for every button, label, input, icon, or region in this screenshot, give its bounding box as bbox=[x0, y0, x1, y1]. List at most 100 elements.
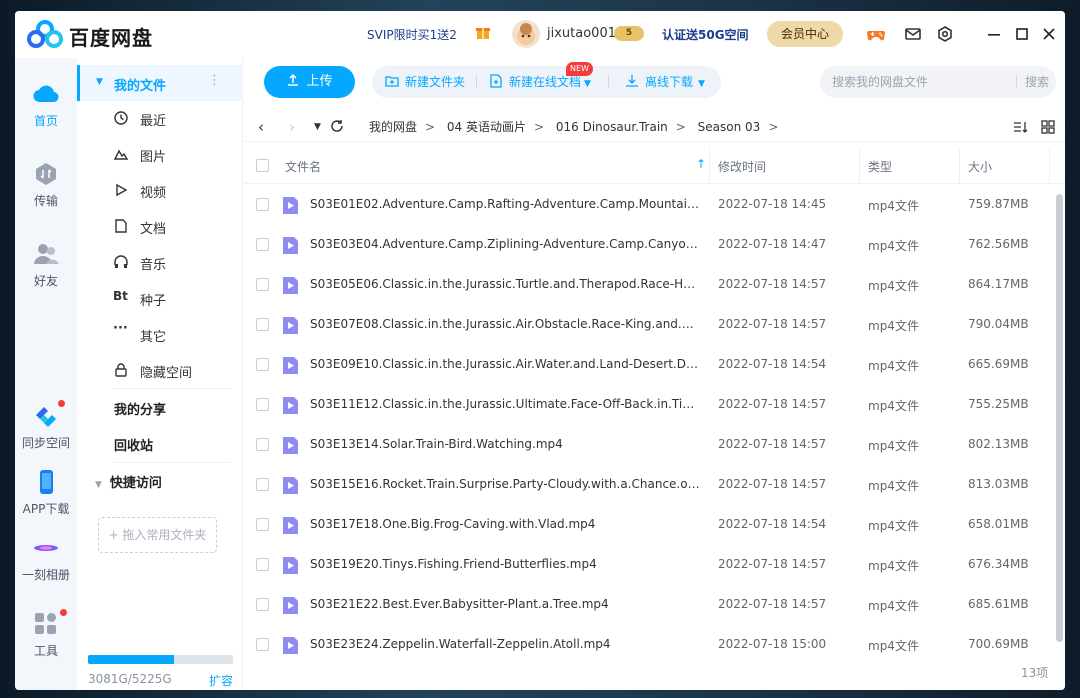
maximize-icon[interactable] bbox=[1012, 24, 1032, 44]
select-all-checkbox[interactable] bbox=[256, 159, 269, 172]
username[interactable]: jixutao001 bbox=[547, 26, 616, 41]
nav-tools[interactable]: 工具 bbox=[15, 610, 77, 659]
table-row[interactable]: S03E11E12.Classic.in.the.Jurassic.Ultima… bbox=[244, 385, 1065, 425]
row-checkbox[interactable] bbox=[256, 638, 269, 651]
row-checkbox[interactable] bbox=[256, 478, 269, 491]
sidebar-my-files[interactable]: ▼ 我的文件 ⋮ bbox=[77, 65, 243, 101]
nav-friends[interactable]: 好友 bbox=[15, 240, 77, 289]
close-icon[interactable] bbox=[1039, 24, 1059, 44]
nav-home-label: 首页 bbox=[33, 114, 58, 128]
video-file-icon bbox=[283, 477, 298, 494]
member-center-button[interactable]: 会员中心 bbox=[767, 21, 843, 47]
refresh-icon[interactable] bbox=[330, 119, 344, 133]
table-row[interactable]: S03E15E16.Rocket.Train.Surprise.Party-Cl… bbox=[244, 465, 1065, 505]
new-folder-button[interactable]: 新建文件夹 bbox=[385, 66, 465, 98]
row-checkbox[interactable] bbox=[256, 558, 269, 571]
row-checkbox[interactable] bbox=[256, 518, 269, 531]
file-name[interactable]: S03E11E12.Classic.in.the.Jurassic.Ultima… bbox=[310, 397, 700, 411]
nav-app-download[interactable]: APP下载 bbox=[15, 468, 77, 517]
gift-icon[interactable] bbox=[475, 24, 491, 40]
breadcrumb-item[interactable]: 016 Dinosaur.Train bbox=[556, 120, 668, 134]
table-row[interactable]: S03E01E02.Adventure.Camp.Rafting-Adventu… bbox=[244, 185, 1065, 225]
svip-promo-link[interactable]: SVIP限时买1送2 bbox=[367, 26, 457, 43]
nav-transfer[interactable]: 传输 bbox=[15, 160, 77, 209]
file-name[interactable]: S03E09E10.Classic.in.the.Jurassic.Air.Wa… bbox=[310, 357, 700, 371]
breadcrumb-item[interactable]: 我的网盘 bbox=[369, 120, 417, 134]
settings-icon[interactable] bbox=[935, 24, 955, 44]
file-size: 755.25MB bbox=[968, 397, 1029, 411]
search-button[interactable]: 搜索 bbox=[1016, 75, 1049, 89]
file-name[interactable]: S03E13E14.Solar.Train-Bird.Watching.mp4 bbox=[310, 437, 700, 451]
gamepad-icon[interactable] bbox=[866, 24, 886, 44]
forward-arrow-icon[interactable]: › bbox=[289, 118, 295, 136]
nav-home[interactable]: 首页 bbox=[15, 80, 77, 129]
file-type: mp4文件 bbox=[868, 599, 919, 613]
row-checkbox[interactable] bbox=[256, 238, 269, 251]
sidebar-quick-access[interactable]: ▼ 快捷访问 bbox=[95, 472, 162, 491]
nav-sync-space[interactable]: 同步空间 bbox=[15, 402, 77, 451]
nav-album[interactable]: 一刻相册 bbox=[15, 534, 77, 583]
file-name[interactable]: S03E05E06.Classic.in.the.Jurassic.Turtle… bbox=[310, 277, 700, 291]
file-name[interactable]: S03E03E04.Adventure.Camp.Ziplining-Adven… bbox=[310, 237, 700, 251]
column-name[interactable]: 文件名 bbox=[285, 158, 321, 175]
storage-progress-fill bbox=[88, 655, 174, 664]
collapse-triangle-icon[interactable]: ▼ bbox=[96, 77, 103, 87]
file-type: mp4文件 bbox=[868, 319, 919, 333]
row-checkbox[interactable] bbox=[256, 398, 269, 411]
table-row[interactable]: S03E23E24.Zeppelin.Waterfall-Zeppelin.At… bbox=[244, 625, 1065, 665]
back-arrow-icon[interactable]: ‹ bbox=[258, 118, 264, 136]
breadcrumb-item[interactable]: Season 03 bbox=[698, 120, 761, 134]
sidebar-my-share[interactable]: 我的分享 bbox=[114, 399, 166, 418]
row-checkbox[interactable] bbox=[256, 278, 269, 291]
video-file-icon bbox=[283, 517, 298, 534]
sort-ascending-icon[interactable]: ↑ bbox=[696, 157, 706, 171]
minimize-icon[interactable] bbox=[984, 24, 1004, 44]
more-vertical-icon[interactable]: ⋮ bbox=[208, 73, 221, 88]
file-name[interactable]: S03E21E22.Best.Ever.Babysitter-Plant.a.T… bbox=[310, 597, 700, 611]
avatar[interactable] bbox=[512, 20, 540, 48]
drag-folder-dropzone[interactable]: + 拖入常用文件夹 bbox=[98, 517, 217, 553]
row-checkbox[interactable] bbox=[256, 358, 269, 371]
upload-button[interactable]: 上传 bbox=[264, 66, 355, 98]
mail-icon[interactable] bbox=[903, 24, 923, 44]
vip-level-badge[interactable]: 5 bbox=[614, 26, 644, 41]
breadcrumb-separator: > bbox=[534, 120, 545, 134]
column-size[interactable]: 大小 bbox=[968, 158, 992, 175]
file-name[interactable]: S03E15E16.Rocket.Train.Surprise.Party-Cl… bbox=[310, 477, 700, 491]
breadcrumb-item[interactable]: 04 英语动画片 bbox=[447, 120, 526, 134]
row-checkbox[interactable] bbox=[256, 318, 269, 331]
grid-view-icon[interactable] bbox=[1040, 119, 1056, 135]
table-row[interactable]: S03E07E08.Classic.in.the.Jurassic.Air.Ob… bbox=[244, 305, 1065, 345]
table-row[interactable]: S03E19E20.Tinys.Fishing.Friend-Butterfli… bbox=[244, 545, 1065, 585]
sort-icon[interactable] bbox=[1012, 119, 1028, 135]
search-input[interactable] bbox=[832, 66, 1012, 98]
file-name[interactable]: S03E19E20.Tinys.Fishing.Friend-Butterfli… bbox=[310, 557, 700, 571]
offline-download-button[interactable]: 离线下载 ▼ bbox=[625, 66, 705, 98]
column-type[interactable]: 类型 bbox=[868, 158, 892, 175]
collapse-triangle-icon[interactable]: ▼ bbox=[95, 480, 102, 490]
file-name[interactable]: S03E07E08.Classic.in.the.Jurassic.Air.Ob… bbox=[310, 317, 700, 331]
table-row[interactable]: S03E17E18.One.Big.Frog-Caving.with.Vlad.… bbox=[244, 505, 1065, 545]
table-row[interactable]: S03E21E22.Best.Ever.Babysitter-Plant.a.T… bbox=[244, 585, 1065, 625]
table-row[interactable]: S03E03E04.Adventure.Camp.Ziplining-Adven… bbox=[244, 225, 1065, 265]
file-type: mp4文件 bbox=[868, 519, 919, 533]
table-row[interactable]: S03E13E14.Solar.Train-Bird.Watching.mp4 2… bbox=[244, 425, 1065, 465]
file-type: mp4文件 bbox=[868, 199, 919, 213]
file-name[interactable]: S03E17E18.One.Big.Frog-Caving.with.Vlad.… bbox=[310, 517, 700, 531]
lock-icon bbox=[115, 363, 127, 377]
expand-storage-link[interactable]: 扩容 bbox=[209, 672, 233, 689]
auth-promo-link[interactable]: 认证送50G空间 bbox=[662, 26, 749, 43]
row-checkbox[interactable] bbox=[256, 598, 269, 611]
sidebar-recycle-bin[interactable]: 回收站 bbox=[114, 435, 153, 454]
history-dropdown-icon[interactable]: ▼ bbox=[314, 122, 321, 132]
table-row[interactable]: S03E09E10.Classic.in.the.Jurassic.Air.Wa… bbox=[244, 345, 1065, 385]
column-modified[interactable]: 修改时间 bbox=[718, 158, 766, 175]
row-checkbox[interactable] bbox=[256, 198, 269, 211]
row-checkbox[interactable] bbox=[256, 438, 269, 451]
table-row[interactable]: S03E05E06.Classic.in.the.Jurassic.Turtle… bbox=[244, 265, 1065, 305]
file-modified: 2022-07-18 14:45 bbox=[718, 197, 827, 211]
scrollbar[interactable] bbox=[1056, 194, 1063, 642]
file-name[interactable]: S03E23E24.Zeppelin.Waterfall-Zeppelin.At… bbox=[310, 637, 700, 651]
more-icon: ··· bbox=[113, 321, 128, 336]
file-name[interactable]: S03E01E02.Adventure.Camp.Rafting-Adventu… bbox=[310, 197, 700, 211]
